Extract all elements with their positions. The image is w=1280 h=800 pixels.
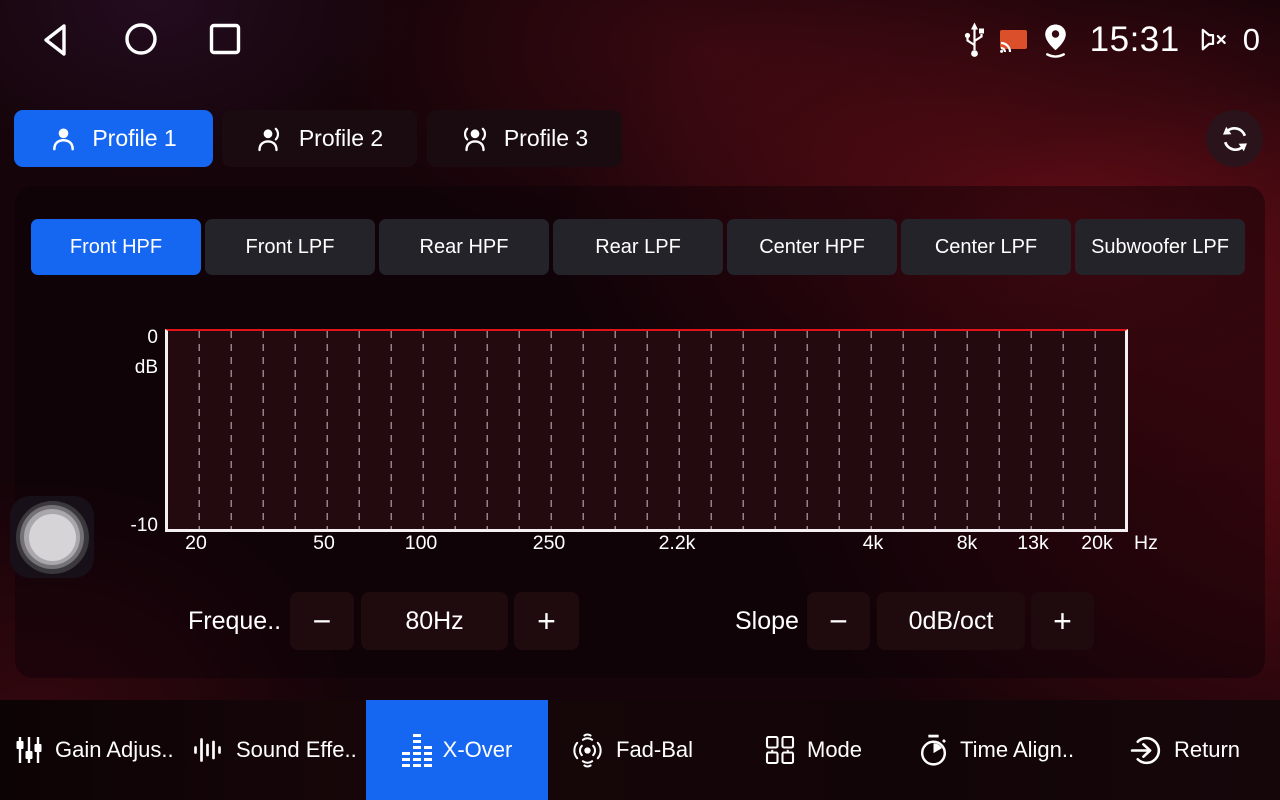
frequency-value: 80Hz — [361, 592, 508, 650]
nav-mode[interactable]: Mode — [764, 700, 862, 800]
tab-front-hpf[interactable]: Front HPF — [31, 219, 201, 275]
slope-label: Slope — [735, 592, 799, 650]
volume-level: 0 — [1243, 22, 1260, 58]
volume-muted-icon[interactable] — [1197, 25, 1230, 55]
x-tick: 20 — [185, 532, 207, 555]
refresh-button[interactable] — [1206, 110, 1263, 167]
nav-sound-effect[interactable]: Sound Effe.. — [192, 700, 357, 800]
tab-front-lpf[interactable]: Front LPF — [205, 219, 375, 275]
tab-profile-1[interactable]: Profile 1 — [14, 110, 213, 167]
gain-sliders-icon — [14, 735, 44, 765]
frequency-response-chart[interactable] — [165, 329, 1128, 532]
nav-fad-bal[interactable]: Fad-Bal — [570, 700, 693, 800]
person-group-icon — [256, 125, 284, 153]
y-tick-minus10: -10 — [108, 515, 158, 537]
slope-plus-button[interactable]: + — [1031, 592, 1094, 650]
slope-value: 0dB/oct — [877, 592, 1025, 650]
sound-effect-icon — [192, 736, 225, 764]
cast-icon — [998, 27, 1029, 54]
x-tick: 8k — [957, 532, 978, 555]
x-tick: 20k — [1081, 532, 1112, 555]
status-bar: 15:31 0 — [0, 0, 1280, 80]
return-arrow-icon — [1130, 734, 1163, 767]
nav-item-label: Gain Adjus.. — [55, 737, 174, 763]
mode-grid-icon — [764, 734, 796, 766]
clock: 15:31 — [1090, 20, 1180, 60]
nav-xover[interactable]: X-Over — [366, 700, 548, 800]
tab-subwoofer-lpf[interactable]: Subwoofer LPF — [1075, 219, 1245, 275]
profile-tab-label: Profile 3 — [504, 125, 588, 152]
x-tick: 4k — [863, 532, 884, 555]
location-icon — [1040, 23, 1071, 58]
home-icon[interactable] — [122, 20, 160, 58]
x-tick: 100 — [405, 532, 438, 555]
x-tick: 50 — [313, 532, 335, 555]
frequency-plus-button[interactable]: + — [514, 592, 579, 650]
nav-item-label: Return — [1174, 737, 1240, 763]
nav-item-label: Fad-Bal — [616, 737, 693, 763]
person-icon — [50, 125, 77, 152]
tab-rear-lpf[interactable]: Rear LPF — [553, 219, 723, 275]
filter-tab-bar: Front HPF Front LPF Rear HPF Rear LPF Ce… — [31, 219, 1245, 275]
stopwatch-icon — [918, 733, 949, 768]
tab-center-lpf[interactable]: Center LPF — [901, 219, 1071, 275]
equalizer-bars-icon — [402, 733, 432, 767]
nav-gain-adjust[interactable]: Gain Adjus.. — [14, 700, 174, 800]
x-tick: 2.2k — [659, 532, 696, 555]
nav-return[interactable]: Return — [1130, 700, 1240, 800]
profile-tab-label: Profile 2 — [299, 125, 383, 152]
x-axis-unit: Hz — [1134, 532, 1158, 555]
person-group-icon — [461, 125, 489, 153]
nav-item-label: X-Over — [443, 737, 513, 763]
tab-center-hpf[interactable]: Center HPF — [727, 219, 897, 275]
knob-face — [29, 514, 76, 561]
y-tick-0: 0 — [108, 327, 158, 349]
nav-time-alignment[interactable]: Time Align.. — [918, 700, 1074, 800]
tab-rear-hpf[interactable]: Rear HPF — [379, 219, 549, 275]
x-tick: 13k — [1017, 532, 1048, 555]
nav-item-label: Mode — [807, 737, 862, 763]
frequency-minus-button[interactable]: − — [290, 592, 354, 650]
tab-profile-2[interactable]: Profile 2 — [222, 110, 417, 167]
back-icon[interactable] — [38, 21, 72, 59]
x-tick: 250 — [533, 532, 566, 555]
y-axis-unit: dB — [108, 357, 158, 379]
bottom-nav-bar: Gain Adjus.. Sound Effe.. X-Over — [0, 700, 1280, 800]
recents-icon[interactable] — [208, 22, 242, 56]
nav-item-label: Time Align.. — [960, 737, 1074, 763]
frequency-label: Freque.. — [188, 592, 281, 650]
tab-profile-3[interactable]: Profile 3 — [427, 110, 622, 167]
knob-ring — [16, 501, 89, 574]
refresh-icon — [1219, 123, 1251, 155]
slope-minus-button[interactable]: − — [807, 592, 870, 650]
usb-icon — [962, 21, 987, 59]
nav-item-label: Sound Effe.. — [236, 737, 357, 763]
volume-knob-overlay[interactable] — [10, 496, 94, 578]
fader-balance-icon — [570, 732, 605, 769]
profile-tab-label: Profile 1 — [92, 125, 176, 152]
